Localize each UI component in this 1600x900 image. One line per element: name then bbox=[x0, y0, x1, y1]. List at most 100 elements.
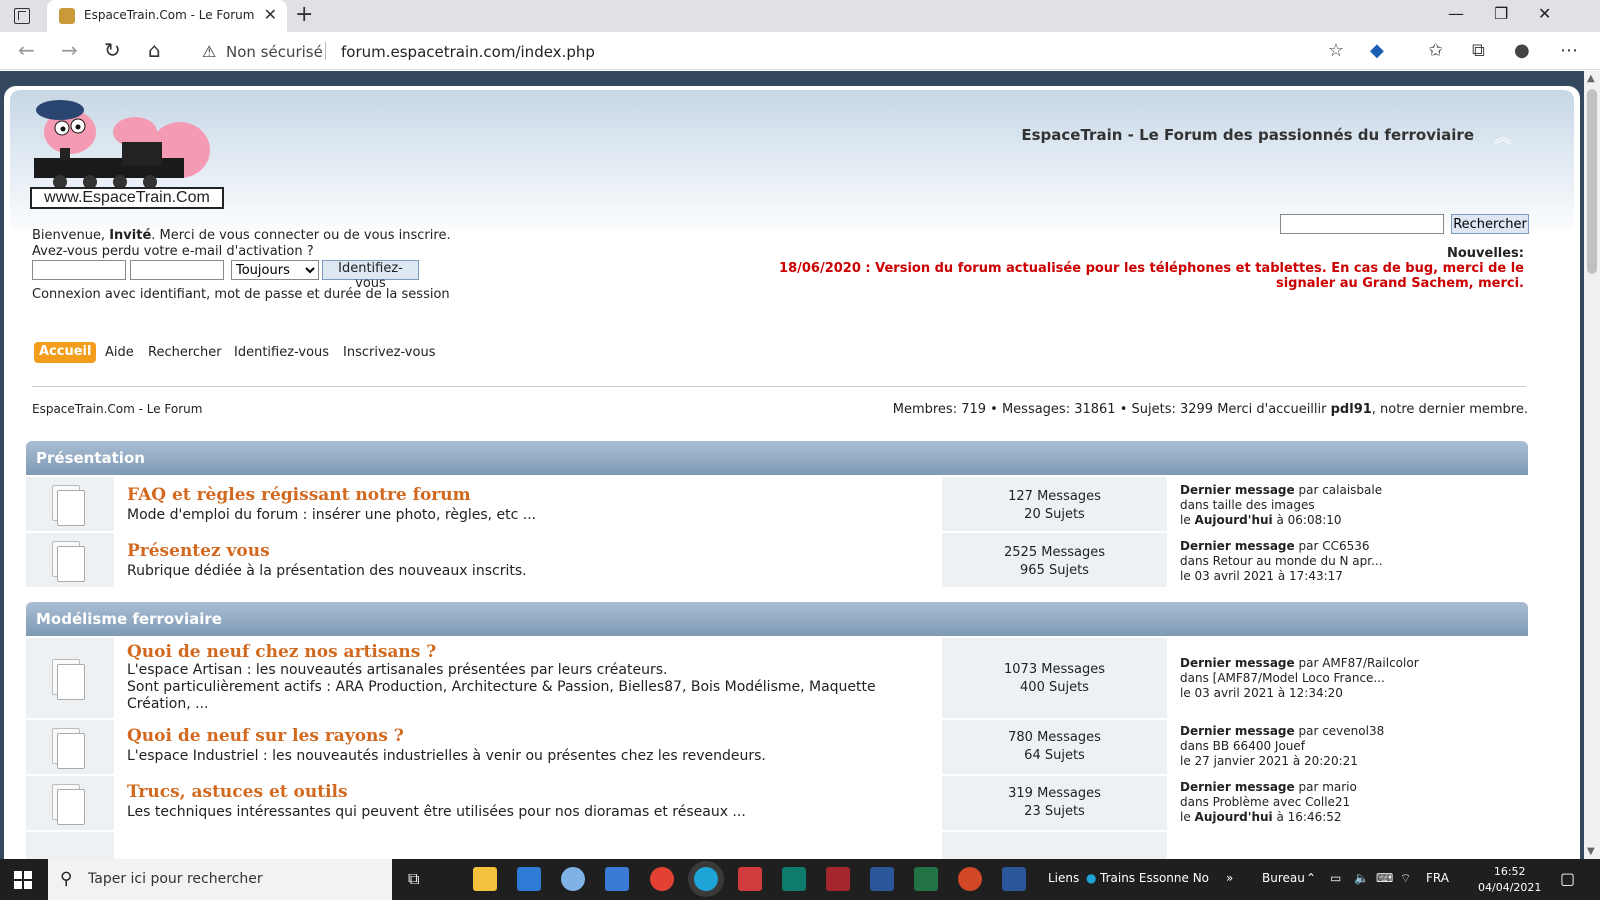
more-options-icon[interactable]: ⋯ bbox=[1560, 40, 1578, 61]
browser-tab-active[interactable]: EspaceTrain.Com - Le Forum - Accueil ✕ bbox=[47, 0, 287, 32]
extension-icon[interactable]: ◆ bbox=[1370, 40, 1384, 61]
chevron-up-icon[interactable]: ⌃ bbox=[1306, 871, 1316, 885]
desktop-toolbar-label[interactable]: Bureau bbox=[1262, 871, 1305, 885]
search-button[interactable]: Rechercher bbox=[1451, 214, 1529, 234]
newest-member-link[interactable]: pdl91 bbox=[1331, 402, 1372, 417]
scrollbar-thumb[interactable] bbox=[1587, 89, 1597, 274]
word-document-icon[interactable] bbox=[1002, 867, 1026, 891]
collapse-header-icon[interactable]: ︽ bbox=[1494, 123, 1512, 149]
scroll-down-icon[interactable]: ▼ bbox=[1587, 846, 1595, 857]
tab-actions-icon[interactable] bbox=[14, 8, 30, 24]
chevron-right-icon[interactable]: » bbox=[1226, 871, 1233, 885]
powerpoint-icon[interactable] bbox=[958, 867, 982, 891]
username-input[interactable] bbox=[32, 260, 126, 280]
board-description: Rubrique dédiée à la présentation des no… bbox=[127, 563, 527, 579]
access-icon[interactable] bbox=[826, 867, 850, 891]
forum-stats: Membres: 719 • Messages: 31861 • Sujets:… bbox=[893, 402, 1528, 417]
last-post-author[interactable]: par cevenol38 bbox=[1295, 724, 1384, 738]
home-icon[interactable]: ⌂ bbox=[148, 38, 161, 62]
snipping-tool-icon[interactable] bbox=[738, 867, 762, 891]
warning-icon[interactable]: ⚠ bbox=[202, 42, 216, 61]
keyboard-icon[interactable]: ⌨ bbox=[1376, 871, 1393, 885]
lost-activation-email-link[interactable]: Avez-vous perdu votre e-mail d'activatio… bbox=[32, 244, 314, 259]
windows-start-icon[interactable] bbox=[14, 871, 32, 889]
menu-search[interactable]: Rechercher bbox=[148, 345, 222, 360]
collections-icon[interactable]: ⧉ bbox=[1472, 40, 1485, 61]
add-favorite-icon[interactable]: ☆ bbox=[1328, 40, 1344, 61]
board-messages-count: 780 Messages bbox=[1008, 730, 1101, 745]
category-header-modelisme[interactable]: Modélisme ferroviaire bbox=[26, 602, 1528, 636]
site-logo[interactable]: www.EspaceTrain.Com bbox=[30, 92, 228, 210]
board-row: FAQ et règles régissant notre forum Mode… bbox=[26, 477, 1528, 531]
forward-icon[interactable]: → bbox=[61, 38, 78, 62]
board-name-link[interactable]: Trucs, astuces et outils bbox=[127, 782, 348, 802]
clock-time: 16:52 bbox=[1493, 865, 1526, 878]
photos-icon[interactable] bbox=[605, 867, 629, 891]
task-view-icon[interactable]: ⧉ bbox=[408, 869, 419, 889]
taskbar-clock[interactable]: 16:52 04/04/2021 bbox=[1478, 864, 1541, 896]
menu-register[interactable]: Inscrivez-vous bbox=[343, 345, 435, 360]
last-post-topic[interactable]: dans [AMF87/Model Loco France... bbox=[1180, 671, 1385, 685]
login-button[interactable]: Identifiez-vous bbox=[322, 260, 419, 291]
last-post-topic[interactable]: dans taille des images bbox=[1180, 498, 1315, 512]
last-post-author[interactable]: par mario bbox=[1295, 780, 1356, 794]
menu-home[interactable]: Accueil bbox=[34, 342, 97, 363]
category-header-presentation[interactable]: Présentation bbox=[26, 441, 1528, 475]
board-name-link[interactable]: Présentez vous bbox=[127, 541, 270, 561]
scroll-up-icon[interactable]: ▲ bbox=[1587, 73, 1595, 84]
language-indicator[interactable]: FRA bbox=[1426, 871, 1449, 885]
chrome-icon[interactable] bbox=[650, 867, 674, 891]
board-status-icon bbox=[52, 784, 85, 825]
last-post-topic[interactable]: dans Retour au monde du N apr... bbox=[1180, 554, 1383, 568]
calendar-icon[interactable] bbox=[517, 867, 541, 891]
insecure-label[interactable]: Non sécurisé bbox=[226, 43, 323, 61]
last-post-author[interactable]: par calaisbale bbox=[1295, 483, 1382, 497]
board-name-link[interactable]: Quoi de neuf sur les rayons ? bbox=[127, 726, 404, 746]
minimize-icon[interactable]: — bbox=[1448, 4, 1464, 23]
wifi-icon[interactable]: ⌔ bbox=[1400, 871, 1411, 886]
url-text[interactable]: forum.espacetrain.com/index.php bbox=[341, 43, 595, 61]
board-topics-count: 20 Sujets bbox=[1024, 507, 1085, 522]
board-messages-count: 127 Messages bbox=[1008, 489, 1101, 504]
board-name-link[interactable]: FAQ et règles régissant notre forum bbox=[127, 485, 471, 505]
last-post-label: Dernier message bbox=[1180, 656, 1295, 670]
last-post-topic[interactable]: dans BB 66400 Jouef bbox=[1180, 739, 1305, 753]
menu-login[interactable]: Identifiez-vous bbox=[234, 345, 329, 360]
last-post-author[interactable]: par CC6536 bbox=[1295, 539, 1369, 553]
refresh-icon[interactable]: ↻ bbox=[104, 38, 121, 62]
last-post-author[interactable]: par AMF87/Railcolor bbox=[1295, 656, 1418, 670]
publisher-icon[interactable] bbox=[782, 867, 806, 891]
word-icon[interactable] bbox=[870, 867, 894, 891]
search-input[interactable] bbox=[1280, 214, 1444, 234]
excel-icon[interactable] bbox=[914, 867, 938, 891]
last-post-topic[interactable]: dans Problème avec Colle21 bbox=[1180, 795, 1350, 809]
board-row: Quoi de neuf sur les rayons ? L'espace I… bbox=[26, 720, 1528, 774]
paint-icon[interactable] bbox=[561, 867, 585, 891]
restore-icon[interactable]: ❐ bbox=[1494, 4, 1508, 23]
last-post: Dernier message par cevenol38 dans BB 66… bbox=[1180, 724, 1384, 769]
new-tab-icon[interactable]: + bbox=[295, 2, 313, 27]
file-explorer-icon[interactable] bbox=[473, 867, 497, 891]
last-post: Dernier message par calaisbale dans tail… bbox=[1180, 483, 1382, 528]
trains-essonne-link[interactable]: Trains Essonne No bbox=[1100, 871, 1209, 885]
volume-icon[interactable]: 🔈 bbox=[1354, 871, 1369, 885]
back-icon[interactable]: ← bbox=[18, 38, 35, 62]
last-post-label: Dernier message bbox=[1180, 724, 1295, 738]
address-separator bbox=[325, 42, 326, 60]
profile-avatar[interactable]: ● bbox=[1514, 40, 1530, 61]
battery-icon[interactable]: ▭ bbox=[1330, 871, 1341, 885]
tab-close-icon[interactable]: ✕ bbox=[264, 5, 277, 24]
session-duration-select[interactable]: Toujours bbox=[231, 260, 319, 280]
password-input[interactable] bbox=[130, 260, 224, 280]
edge-icon[interactable] bbox=[694, 867, 718, 891]
board-name-link[interactable]: Quoi de neuf chez nos artisans ? bbox=[127, 642, 436, 662]
breadcrumb[interactable]: EspaceTrain.Com - Le Forum bbox=[32, 402, 202, 416]
notifications-icon[interactable]: ▢ bbox=[1560, 869, 1575, 888]
address-bar[interactable]: ⚠ Non sécurisé forum.espacetrain.com/ind… bbox=[188, 36, 1354, 66]
favorites-icon[interactable]: ✩ bbox=[1428, 40, 1443, 61]
window-close-icon[interactable]: ✕ bbox=[1538, 4, 1551, 23]
taskbar-search[interactable]: ⚲ Taper ici pour rechercher bbox=[48, 859, 392, 900]
menu-help[interactable]: Aide bbox=[105, 345, 134, 360]
links-toolbar-label[interactable]: Liens bbox=[1048, 871, 1079, 885]
page-scrollbar[interactable]: ▲ ▼ bbox=[1584, 71, 1600, 859]
